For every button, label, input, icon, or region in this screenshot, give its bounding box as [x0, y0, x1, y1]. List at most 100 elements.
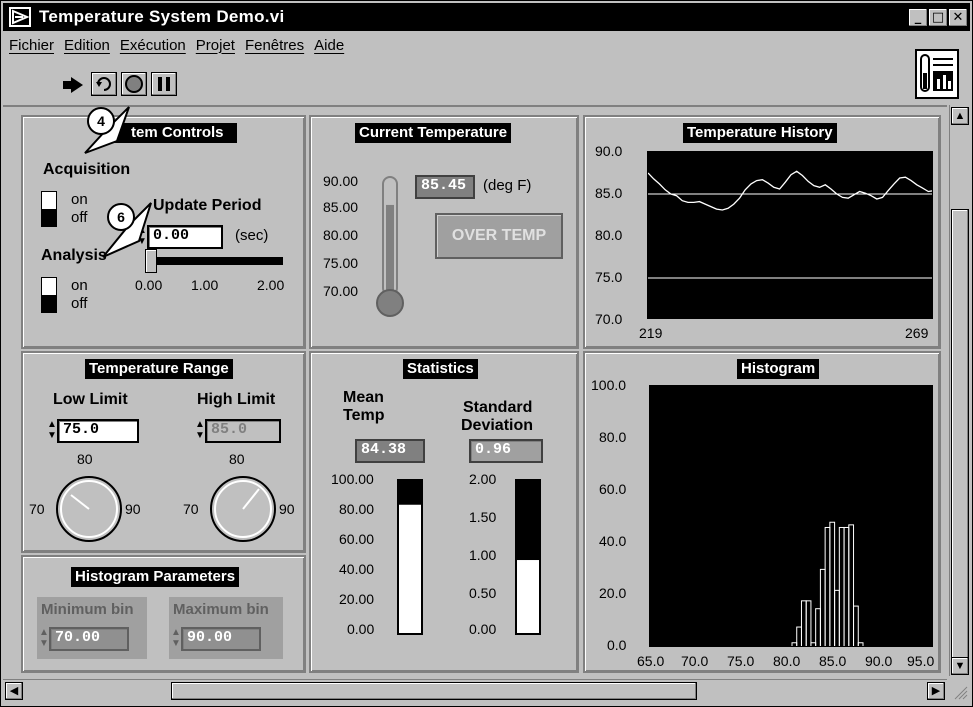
- mean-label-line2: Temp: [343, 407, 385, 424]
- current-temperature-unit: (deg F): [483, 177, 532, 194]
- high-limit-input[interactable]: 85.0: [205, 419, 281, 443]
- update-period-label: Update Period: [153, 197, 262, 214]
- histogram-bar-10: [838, 526, 845, 646]
- current-temperature-title: Current Temperature: [355, 123, 512, 143]
- histogram-bar-14: [857, 642, 864, 646]
- acquisition-switch[interactable]: [41, 191, 57, 227]
- scroll-left-icon[interactable]: ◀: [5, 682, 23, 700]
- abort-execution-button[interactable]: [121, 72, 147, 96]
- hist-x-tick-85: 85.0: [819, 653, 847, 669]
- high-limit-increment-icon[interactable]: ▲ ▼: [195, 419, 205, 443]
- histogram-bar-1: [796, 626, 802, 646]
- update-period-slider-track[interactable]: [147, 257, 283, 265]
- histogram-bar-2: [800, 600, 807, 646]
- history-y-tick-80: 80.0: [595, 227, 623, 243]
- history-y-tick-70: 70.0: [595, 311, 623, 327]
- thermo-tick-90: 90.00: [323, 173, 359, 189]
- histogram-bar-12: [848, 524, 855, 646]
- maximum-bin-increment-icon[interactable]: ▲ ▼: [171, 627, 181, 651]
- update-period-unit: (sec): [235, 227, 269, 244]
- menu-edition[interactable]: Edition: [64, 37, 110, 54]
- thermo-tick-80: 80.00: [323, 227, 359, 243]
- history-y-tick-85: 85.0: [595, 185, 623, 201]
- over-temp-led: OVER TEMP: [435, 213, 563, 259]
- vertical-scroll-thumb[interactable]: [951, 209, 969, 669]
- menu-fichier[interactable]: Fichier: [9, 37, 54, 54]
- hist-x-tick-80: 80.0: [773, 653, 801, 669]
- histogram-graph: [649, 385, 933, 647]
- mean-tick-80: 80.00: [339, 501, 375, 517]
- std-deviation-bar: [515, 479, 541, 635]
- histogram-bar-4: [810, 642, 817, 646]
- low-limit-increment-icon[interactable]: ▲ ▼: [47, 419, 57, 443]
- maximum-bin-group: Maximum bin ▲ ▼ 90.00: [169, 597, 283, 659]
- menu-execution[interactable]: Exécution: [120, 37, 186, 54]
- std-label-line2: Deviation: [461, 417, 534, 434]
- labview-app-icon: [9, 7, 31, 27]
- statistics-title: Statistics: [403, 359, 478, 379]
- histogram-bar-3: [805, 600, 812, 646]
- maximum-bin-input[interactable]: 90.00: [181, 627, 261, 651]
- window-title: Temperature System Demo.vi: [39, 7, 285, 26]
- temperature-range-title: Temperature Range: [85, 359, 233, 379]
- menu-aide[interactable]: Aide: [314, 37, 344, 54]
- std-deviation-value: 0.96: [469, 439, 543, 463]
- minimum-bin-increment-icon[interactable]: ▲ ▼: [39, 627, 49, 651]
- close-button[interactable]: ✕: [948, 8, 968, 27]
- vertical-scrollbar[interactable]: ▲ ▼: [949, 105, 970, 676]
- slider-tick-0: 0.00: [135, 277, 163, 293]
- mean-temp-bar-fill: [399, 504, 421, 633]
- mean-tick-40: 40.00: [339, 561, 375, 577]
- history-y-tick-90: 90.0: [595, 143, 623, 159]
- history-y-tick-75: 75.0: [595, 269, 623, 285]
- maximize-button[interactable]: □: [928, 8, 948, 27]
- current-temperature-value: 85.45: [415, 175, 475, 199]
- thermo-tick-85: 85.00: [323, 199, 359, 215]
- temperature-range-panel: Temperature Range Low Limit High Limit ▲…: [21, 351, 306, 553]
- hist-y-tick-100: 100.0: [591, 377, 627, 393]
- std-tick-0-5: 0.50: [469, 585, 497, 601]
- histogram-bar-7: [824, 526, 831, 646]
- hist-y-tick-20: 20.0: [599, 585, 627, 601]
- minimum-bin-input[interactable]: 70.00: [49, 627, 129, 651]
- menu-projet[interactable]: Projet: [196, 37, 235, 54]
- title-bar: Temperature System Demo.vi _ □ ✕: [3, 3, 970, 31]
- high-limit-label: High Limit: [197, 391, 276, 408]
- scroll-down-icon[interactable]: ▼: [951, 657, 969, 675]
- pause-button[interactable]: [151, 72, 177, 96]
- low-knob-tick-70: 70: [29, 501, 45, 517]
- mean-tick-20: 20.00: [339, 591, 375, 607]
- histogram-panel: Histogram 100.0 80.0 60.0 40.0 20.0 0.0 …: [583, 351, 941, 673]
- histogram-bar-6: [819, 568, 826, 646]
- analysis-switch[interactable]: [41, 277, 57, 313]
- run-continuously-button[interactable]: [91, 72, 117, 96]
- hist-x-tick-65: 65.0: [637, 653, 665, 669]
- histogram-bar-11: [843, 526, 850, 646]
- high-limit-knob[interactable]: [201, 467, 285, 547]
- analysis-off-label: off: [71, 295, 88, 312]
- mean-temp-bar: [397, 479, 423, 635]
- temperature-history-panel: Temperature History 90.0 85.0 80.0 75.0 …: [583, 115, 941, 349]
- scroll-up-icon[interactable]: ▲: [951, 107, 969, 125]
- histogram-bar-0: [791, 642, 798, 646]
- horizontal-scroll-thumb[interactable]: [171, 682, 697, 700]
- horizontal-scrollbar[interactable]: ◀ ▶: [3, 679, 947, 701]
- hist-y-tick-80: 80.0: [599, 429, 627, 445]
- window: Temperature System Demo.vi _ □ ✕ Fichier…: [0, 0, 973, 707]
- mean-tick-100: 100.00: [331, 471, 374, 487]
- statistics-panel: Statistics Mean Temp Standard Deviation …: [309, 351, 579, 673]
- run-arrow-icon[interactable]: [61, 75, 87, 95]
- histogram-bar-13: [853, 605, 859, 646]
- histogram-bar-8: [829, 521, 836, 646]
- low-limit-input[interactable]: 75.0: [57, 419, 139, 443]
- low-limit-knob[interactable]: [47, 467, 131, 547]
- std-tick-2: 2.00: [469, 471, 497, 487]
- minimize-button[interactable]: _: [908, 8, 928, 27]
- slider-tick-2: 2.00: [257, 277, 285, 293]
- scroll-right-icon[interactable]: ▶: [927, 682, 945, 700]
- hist-x-tick-75: 75.0: [727, 653, 755, 669]
- resize-grip-icon[interactable]: [949, 681, 970, 701]
- analysis-label: Analysis: [41, 247, 107, 264]
- menu-fenetres[interactable]: Fenêtres: [245, 37, 304, 54]
- histogram-parameters-panel: Histogram Parameters Minimum bin ▲ ▼ 70.0…: [21, 555, 306, 673]
